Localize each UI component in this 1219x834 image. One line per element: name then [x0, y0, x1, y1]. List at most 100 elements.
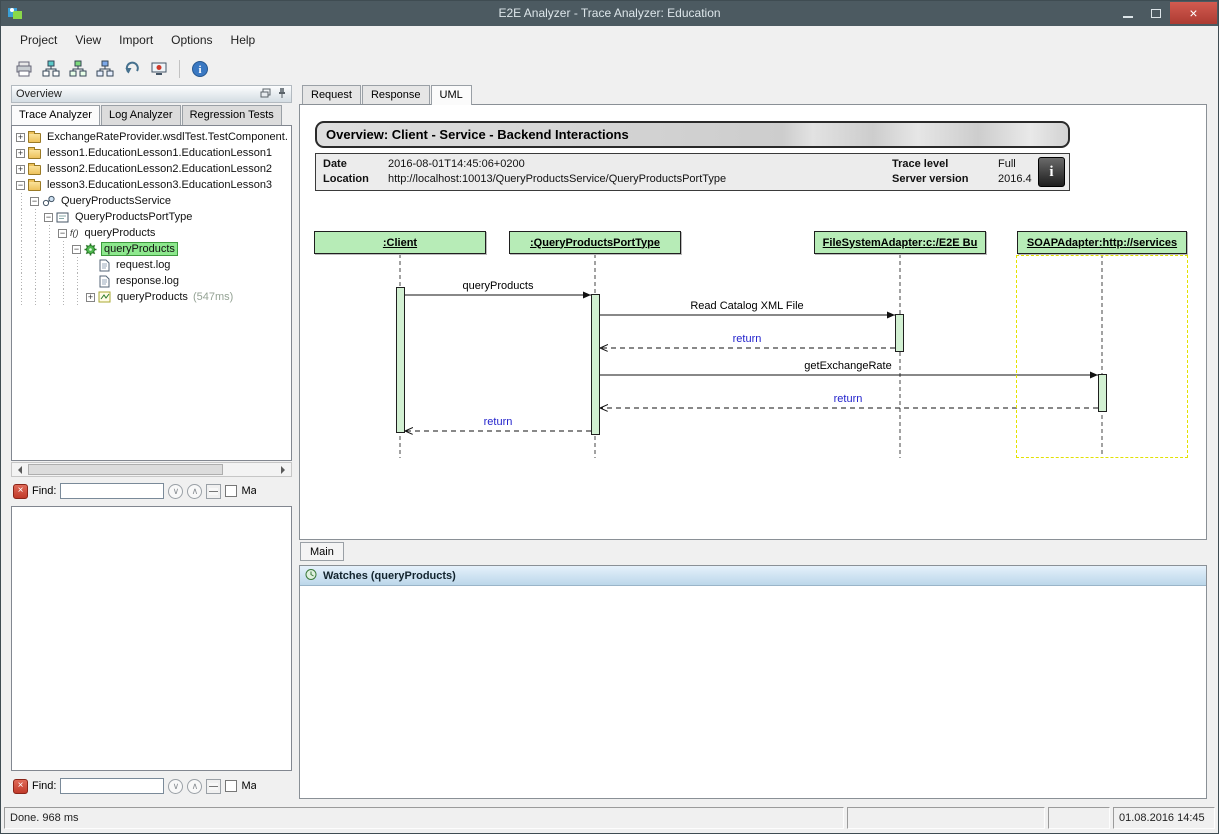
tree-row-trace[interactable]: + queryProducts (547ms): [16, 289, 291, 305]
scrollbar-thumb[interactable]: [28, 464, 223, 475]
tree-hscrollbar[interactable]: [11, 462, 292, 477]
match-case-checkbox[interactable]: [225, 485, 237, 497]
lifeline-client[interactable]: :Client: [314, 231, 486, 254]
scroll-right-icon[interactable]: [276, 463, 291, 476]
clear-find-button[interactable]: ×: [13, 779, 28, 794]
message-read-catalog[interactable]: Read Catalog XML File: [690, 300, 803, 312]
folder-icon: [28, 164, 41, 175]
sidebar-tabs: Trace Analyzer Log Analyzer Regression T…: [11, 105, 292, 125]
secondary-panel: [11, 506, 292, 771]
expander-icon[interactable]: +: [16, 133, 25, 142]
expander-icon[interactable]: −: [58, 229, 67, 238]
menu-import[interactable]: Import: [110, 29, 162, 51]
clear-find-button[interactable]: ×: [13, 484, 28, 499]
menu-options[interactable]: Options: [162, 29, 221, 51]
menu-project[interactable]: Project: [11, 29, 66, 51]
undo-button[interactable]: [121, 58, 143, 80]
tab-regression-tests[interactable]: Regression Tests: [182, 105, 282, 125]
lifeline-queryproductsporttype[interactable]: :QueryProductsPortType: [509, 231, 681, 254]
find-next-icon[interactable]: ∨: [168, 779, 183, 794]
message-return-3[interactable]: return: [484, 416, 513, 428]
adapter-highlight-box: [1016, 255, 1188, 458]
watches-icon: [304, 568, 318, 584]
expander-icon[interactable]: +: [16, 149, 25, 158]
trace-tree: + ExchangeRateProvider.wsdlTest.TestComp…: [11, 125, 292, 461]
lifeline-filesystemadapter[interactable]: FileSystemAdapter:c:/E2E Bu: [814, 231, 986, 254]
printer-icon: [15, 60, 33, 78]
watches-title: Watches (queryProducts): [323, 570, 456, 582]
maximize-button[interactable]: [1142, 2, 1170, 24]
tree-row-service[interactable]: − QueryProductsService: [16, 193, 291, 209]
find-label: Find:: [32, 780, 56, 792]
tab-uml[interactable]: UML: [431, 85, 472, 105]
tree-row[interactable]: + lesson2.EducationLesson2.EducationLess…: [16, 161, 291, 177]
find-prev-icon[interactable]: ∧: [187, 484, 202, 499]
tree-blue-button[interactable]: [94, 58, 116, 80]
tab-trace-analyzer[interactable]: Trace Analyzer: [11, 105, 100, 125]
lifeline-soapadapter[interactable]: SOAPAdapter:http://services: [1017, 231, 1187, 254]
tree-row[interactable]: + lesson1.EducationLesson1.EducationLess…: [16, 145, 291, 161]
porttype-icon: [56, 212, 69, 223]
find-list-icon[interactable]: [206, 484, 221, 499]
tree-green-button[interactable]: [67, 58, 89, 80]
message-getexchangerate[interactable]: getExchangeRate: [804, 360, 891, 372]
tab-request[interactable]: Request: [302, 85, 361, 105]
expander-icon[interactable]: −: [44, 213, 53, 222]
expander-icon[interactable]: −: [30, 197, 39, 206]
message-return-1[interactable]: return: [733, 333, 762, 345]
activation-porttype: [591, 294, 600, 435]
titlebar: E2E Analyzer - Trace Analyzer: Education…: [1, 1, 1218, 26]
close-button[interactable]: ×: [1170, 2, 1217, 24]
watches-panel: Watches (queryProducts): [299, 565, 1207, 799]
watches-header: Watches (queryProducts): [300, 566, 1206, 586]
scroll-left-icon[interactable]: [12, 463, 27, 476]
print-button[interactable]: [13, 58, 35, 80]
tab-response[interactable]: Response: [362, 85, 430, 105]
activation-soapadapter: [1098, 374, 1107, 412]
tree-blue-icon: [96, 60, 114, 78]
expander-icon[interactable]: +: [16, 165, 25, 174]
findbar-top: × Find: ∨ ∧ Ma: [11, 480, 292, 502]
tree-row[interactable]: + ExchangeRateProvider.wsdlTest.TestComp…: [16, 129, 291, 145]
tree-row-request-log[interactable]: request.log: [16, 257, 291, 273]
function-icon: f(): [70, 228, 79, 238]
tree-teal-button[interactable]: [40, 58, 62, 80]
info-button[interactable]: i: [189, 58, 211, 80]
tab-main[interactable]: Main: [300, 542, 344, 561]
find-next-icon[interactable]: ∨: [168, 484, 183, 499]
menu-help[interactable]: Help: [222, 29, 265, 51]
screen-button[interactable]: [148, 58, 170, 80]
duration-badge: (547ms): [193, 291, 233, 303]
match-case-checkbox[interactable]: [225, 780, 237, 792]
activation-filesystemadapter: [895, 314, 904, 352]
pin-icon[interactable]: [277, 87, 287, 101]
svg-text:i: i: [198, 64, 201, 76]
folder-icon: [28, 148, 41, 159]
find-list-icon[interactable]: [206, 779, 221, 794]
find-prev-icon[interactable]: ∧: [187, 779, 202, 794]
activation-client: [396, 287, 405, 433]
tab-log-analyzer[interactable]: Log Analyzer: [101, 105, 181, 125]
toolbar: i: [1, 54, 1218, 84]
status-segment: [1048, 807, 1110, 829]
message-queryproducts[interactable]: queryProducts: [463, 280, 534, 292]
main-area: Request Response UML Overview: Client - …: [296, 85, 1209, 799]
message-return-2[interactable]: return: [834, 393, 863, 405]
service-icon: [42, 195, 55, 207]
tree-row-response-log[interactable]: response.log: [16, 273, 291, 289]
minimize-button[interactable]: [1114, 2, 1142, 24]
sidebar: Overview Trace Analyzer Log Analyzer Reg…: [11, 85, 292, 799]
log-file-icon: [99, 259, 110, 272]
find-input[interactable]: [60, 778, 164, 794]
expander-icon[interactable]: −: [72, 245, 81, 254]
tree-row-porttype[interactable]: − QueryProductsPortType: [16, 209, 291, 225]
tree-row-queryproducts-selected[interactable]: − queryProducts: [16, 241, 291, 257]
tree-row[interactable]: − lesson3.EducationLesson3.EducationLess…: [16, 177, 291, 193]
expander-icon[interactable]: −: [16, 181, 25, 190]
menu-view[interactable]: View: [66, 29, 110, 51]
float-icon[interactable]: [260, 88, 271, 101]
tree-row-operation[interactable]: − f() queryProducts: [16, 225, 291, 241]
menubar: Project View Import Options Help: [1, 26, 1218, 54]
find-input[interactable]: [60, 483, 164, 499]
expander-icon[interactable]: +: [86, 293, 95, 302]
